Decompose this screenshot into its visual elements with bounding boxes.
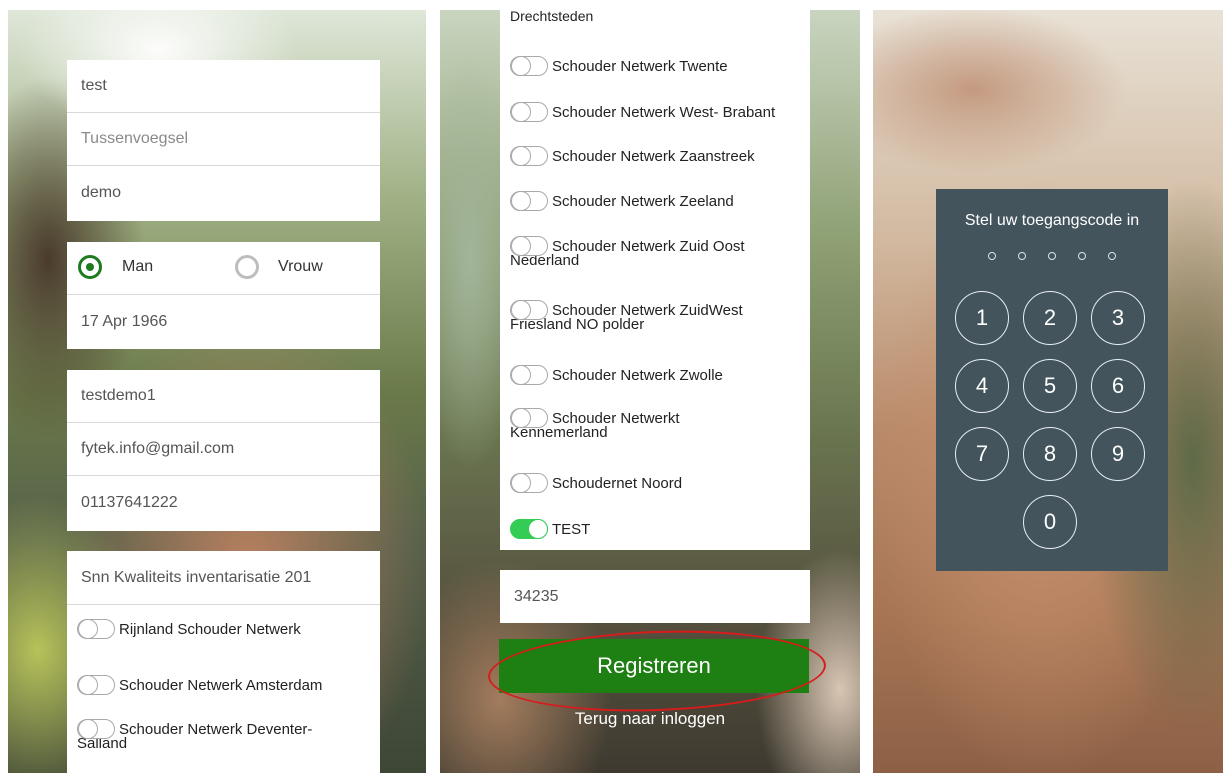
network-item[interactable]: Schouder Netwerk Zuid Oost Nederland bbox=[510, 236, 745, 269]
network-item[interactable]: Schouder Netwerk Zeeland bbox=[510, 191, 734, 211]
account-card: testdemo1 fytek.info@gmail.com 011376412… bbox=[67, 370, 380, 531]
radio-vrouw[interactable] bbox=[235, 255, 259, 279]
network-item[interactable]: Schouder Netwerk Deventer- Salland bbox=[77, 719, 312, 752]
key-0[interactable]: 0 bbox=[1023, 495, 1077, 549]
toggle-switch[interactable] bbox=[510, 473, 548, 493]
network-label: TEST bbox=[552, 520, 591, 538]
birthdate-field[interactable]: 17 Apr 1966 bbox=[67, 295, 380, 348]
registration-panel-1: test Tussenvoegsel demo Man Vrouw 17 Apr… bbox=[8, 10, 426, 773]
radio-vrouw-label[interactable]: Vrouw bbox=[278, 258, 323, 276]
network-label: Schouder Netwerk Deventer- bbox=[119, 720, 313, 738]
radio-man[interactable] bbox=[78, 255, 102, 279]
network-label: Schouder Netwerk Zwolle bbox=[552, 366, 723, 384]
network-item[interactable]: Schouder Netwerk Zwolle bbox=[510, 365, 723, 385]
network-label: Schouder Netwerk Zeeland bbox=[552, 192, 734, 210]
code-dot bbox=[988, 252, 996, 260]
passcode-dialog: Stel uw toegangscode in 1 2 3 4 5 6 7 8 … bbox=[936, 189, 1168, 571]
key-5[interactable]: 5 bbox=[1023, 359, 1077, 413]
network-item[interactable]: Schouder Netwerkt Kennemerland bbox=[510, 408, 680, 441]
gender-birthdate-card: Man Vrouw 17 Apr 1966 bbox=[67, 242, 380, 349]
radio-man-label[interactable]: Man bbox=[122, 258, 153, 276]
last-name-field[interactable]: demo bbox=[67, 166, 380, 219]
code-dot bbox=[1048, 252, 1056, 260]
network-item[interactable]: Schoudernet Noord bbox=[510, 473, 682, 493]
toggle-switch[interactable] bbox=[510, 236, 548, 256]
code-dot bbox=[1078, 252, 1086, 260]
key-2[interactable]: 2 bbox=[1023, 291, 1077, 345]
toggle-switch[interactable] bbox=[510, 56, 548, 76]
toggle-switch[interactable] bbox=[77, 719, 115, 739]
toggle-switch[interactable] bbox=[510, 146, 548, 166]
network-list-card: Drechtsteden Schouder Netwerk Twente Sch… bbox=[500, 10, 810, 550]
network-label: Drechtsteden bbox=[510, 10, 594, 24]
registration-panel-2: Drechtsteden Schouder Netwerk Twente Sch… bbox=[440, 10, 860, 773]
code-card: 34235 bbox=[500, 570, 810, 623]
code-dot bbox=[1108, 252, 1116, 260]
survey-select[interactable]: Snn Kwaliteits inventarisatie 201 bbox=[67, 551, 380, 605]
network-item[interactable]: Rijnland Schouder Netwerk bbox=[77, 619, 301, 639]
network-card: Snn Kwaliteits inventarisatie 201 Rijnla… bbox=[67, 551, 380, 773]
key-7[interactable]: 7 bbox=[955, 427, 1009, 481]
passcode-panel: Stel uw toegangscode in 1 2 3 4 5 6 7 8 … bbox=[873, 10, 1223, 773]
network-label: Schoudernet Noord bbox=[552, 474, 683, 492]
toggle-switch[interactable] bbox=[510, 300, 548, 320]
passcode-title: Stel uw toegangscode in bbox=[964, 212, 1140, 229]
network-label: Schouder Netwerk Twente bbox=[552, 57, 728, 75]
network-label: Schouder Netwerk Zuid Oost bbox=[552, 237, 745, 255]
passcode-dots bbox=[936, 247, 1168, 265]
infix-field[interactable]: Tussenvoegsel bbox=[67, 113, 380, 166]
network-label: Schouder Netwerk Amsterdam bbox=[119, 676, 323, 694]
network-item[interactable]: Schouder Netwerk West- Brabant bbox=[510, 102, 775, 122]
code-field[interactable]: 34235 bbox=[500, 570, 810, 623]
gender-selector: Man Vrouw bbox=[67, 242, 380, 295]
network-label: Schouder Netwerk Zaanstreek bbox=[552, 147, 755, 165]
key-3[interactable]: 3 bbox=[1091, 291, 1145, 345]
code-dot bbox=[1018, 252, 1026, 260]
network-label: Schouder Netwerk West- Brabant bbox=[552, 103, 776, 121]
key-9[interactable]: 9 bbox=[1091, 427, 1145, 481]
first-name-field[interactable]: test bbox=[67, 60, 380, 113]
name-card: test Tussenvoegsel demo bbox=[67, 60, 380, 221]
toggle-switch[interactable] bbox=[510, 191, 548, 211]
toggle-switch[interactable] bbox=[77, 675, 115, 695]
toggle-switch[interactable] bbox=[77, 619, 115, 639]
network-item-cut[interactable]: Drechtsteden bbox=[510, 10, 593, 24]
network-label: Rijnland Schouder Netwerk bbox=[119, 620, 301, 638]
back-to-login-link[interactable]: Terug naar inloggen bbox=[440, 709, 860, 729]
network-item[interactable]: Schouder Netwerk Zaanstreek bbox=[510, 146, 755, 166]
key-4[interactable]: 4 bbox=[955, 359, 1009, 413]
username-field[interactable]: testdemo1 bbox=[67, 370, 380, 423]
network-item[interactable]: Schouder Netwerk ZuidWest Friesland NO p… bbox=[510, 300, 743, 333]
toggle-switch[interactable] bbox=[510, 102, 548, 122]
key-1[interactable]: 1 bbox=[955, 291, 1009, 345]
toggle-switch[interactable] bbox=[510, 408, 548, 428]
toggle-switch-on[interactable] bbox=[510, 519, 548, 539]
network-item-test[interactable]: TEST bbox=[510, 519, 590, 539]
email-field[interactable]: fytek.info@gmail.com bbox=[67, 423, 380, 476]
network-item[interactable]: Schouder Netwerk Twente bbox=[510, 56, 728, 76]
phone-field[interactable]: 01137641222 bbox=[67, 476, 380, 529]
toggle-switch[interactable] bbox=[510, 365, 548, 385]
network-item[interactable]: Schouder Netwerk Amsterdam bbox=[77, 675, 322, 695]
key-6[interactable]: 6 bbox=[1091, 359, 1145, 413]
key-8[interactable]: 8 bbox=[1023, 427, 1077, 481]
